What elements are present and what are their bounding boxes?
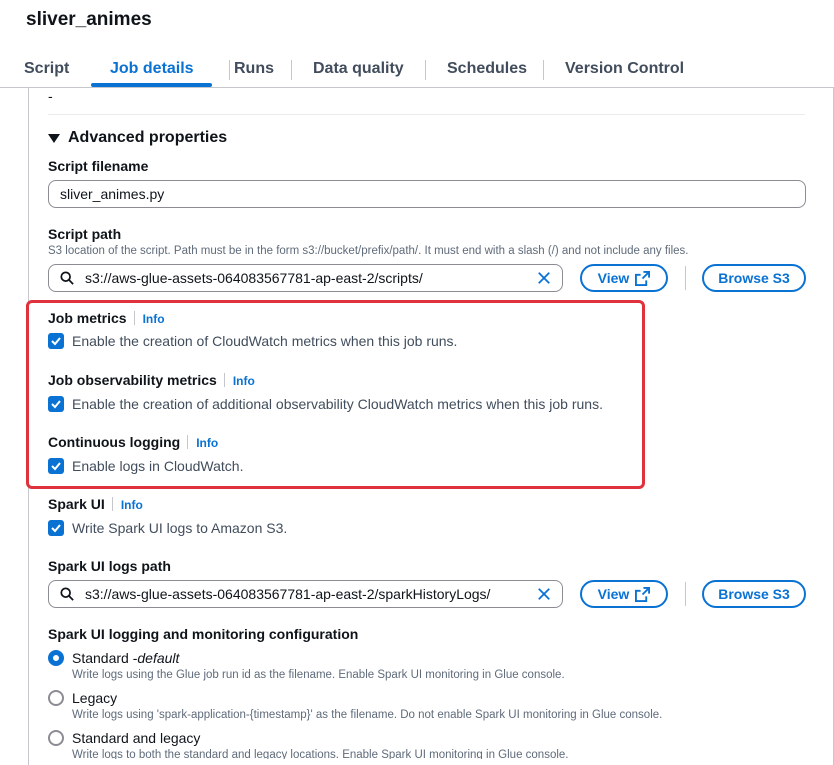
spark-logs-browse-s3-button[interactable]: Browse S3 xyxy=(702,580,806,608)
radio-standard-and-legacy-description: Write logs to both the standard and lega… xyxy=(72,749,569,759)
external-link-icon xyxy=(635,586,651,602)
tab-separator xyxy=(291,60,292,80)
radio-standard-and-legacy-label: Standard and legacy xyxy=(72,730,201,746)
script-path-browse-s3-button[interactable]: Browse S3 xyxy=(702,264,806,292)
info-separator xyxy=(111,497,113,511)
advanced-properties-toggle[interactable]: Advanced properties xyxy=(48,129,227,147)
tab-runs[interactable]: Runs xyxy=(234,52,274,88)
spark-logs-view-button[interactable]: View xyxy=(580,580,668,608)
radio-standard[interactable] xyxy=(48,650,64,666)
top-value: - xyxy=(48,88,53,104)
tab-separator xyxy=(229,60,230,80)
radio-option-standard[interactable]: Standard - default xyxy=(48,650,179,666)
spark-logs-path-input[interactable]: s3://aws-glue-assets-064083567781-ap-eas… xyxy=(48,580,563,608)
clear-icon[interactable] xyxy=(537,587,551,601)
tab-separator xyxy=(543,60,544,80)
button-separator xyxy=(685,582,686,606)
clear-icon[interactable] xyxy=(537,271,551,285)
spark-ui-label-text: Spark UI xyxy=(48,496,105,512)
radio-standard-and-legacy[interactable] xyxy=(48,730,64,746)
tab-schedules[interactable]: Schedules xyxy=(447,52,527,88)
spark-logs-path-label: Spark UI logs path xyxy=(48,558,171,574)
radio-standard-description: Write logs using the Glue job run id as … xyxy=(72,669,565,681)
view-label: View xyxy=(597,270,630,286)
active-tab-indicator xyxy=(91,83,212,87)
script-path-input[interactable]: s3://aws-glue-assets-064083567781-ap-eas… xyxy=(48,264,563,292)
script-path-view-button[interactable]: View xyxy=(580,264,668,292)
radio-standard-default: default xyxy=(137,650,180,666)
tab-script[interactable]: Script xyxy=(24,52,69,88)
script-path-description: S3 location of the script. Path must be … xyxy=(48,245,689,257)
checkmark-icon xyxy=(51,524,61,533)
spark-ui-info-link[interactable]: Info xyxy=(121,498,143,512)
tab-bar: Script Job details Runs Data quality Sch… xyxy=(0,52,834,88)
script-path-value: s3://aws-glue-assets-064083567781-ap-eas… xyxy=(85,270,423,286)
radio-standard-label: Standard - xyxy=(72,650,138,666)
script-filename-label: Script filename xyxy=(48,158,149,174)
spark-ui-checkbox-row: Write Spark UI logs to Amazon S3. xyxy=(48,520,287,536)
advanced-properties-title: Advanced properties xyxy=(68,129,228,146)
external-link-icon xyxy=(635,270,651,286)
spark-ui-checkbox[interactable] xyxy=(48,520,64,536)
spark-config-label: Spark UI logging and monitoring configur… xyxy=(48,626,359,642)
spark-ui-checkbox-label: Write Spark UI logs to Amazon S3. xyxy=(72,520,288,536)
script-filename-input[interactable]: sliver_animes.py xyxy=(48,180,806,208)
radio-legacy[interactable] xyxy=(48,690,64,706)
highlight-annotation-box xyxy=(26,300,645,489)
view-label: View xyxy=(597,586,630,602)
script-path-label: Script path xyxy=(48,226,122,242)
section-divider xyxy=(48,114,805,115)
tab-data-quality[interactable]: Data quality xyxy=(313,52,404,88)
button-separator xyxy=(685,266,686,290)
search-icon xyxy=(60,587,74,601)
radio-legacy-description: Write logs using 'spark-application-{tim… xyxy=(72,709,663,721)
job-title: sliver_animes xyxy=(26,9,152,30)
radio-option-standard-and-legacy[interactable]: Standard and legacy xyxy=(48,730,200,746)
tab-separator xyxy=(425,60,426,80)
caret-down-icon xyxy=(48,133,60,143)
radio-legacy-label: Legacy xyxy=(72,690,118,706)
search-icon xyxy=(60,271,74,285)
tab-version-control[interactable]: Version Control xyxy=(565,52,684,88)
spark-logs-path-value: s3://aws-glue-assets-064083567781-ap-eas… xyxy=(85,586,491,602)
radio-option-legacy[interactable]: Legacy xyxy=(48,690,117,706)
spark-ui-label: Spark UI Info xyxy=(48,496,143,512)
